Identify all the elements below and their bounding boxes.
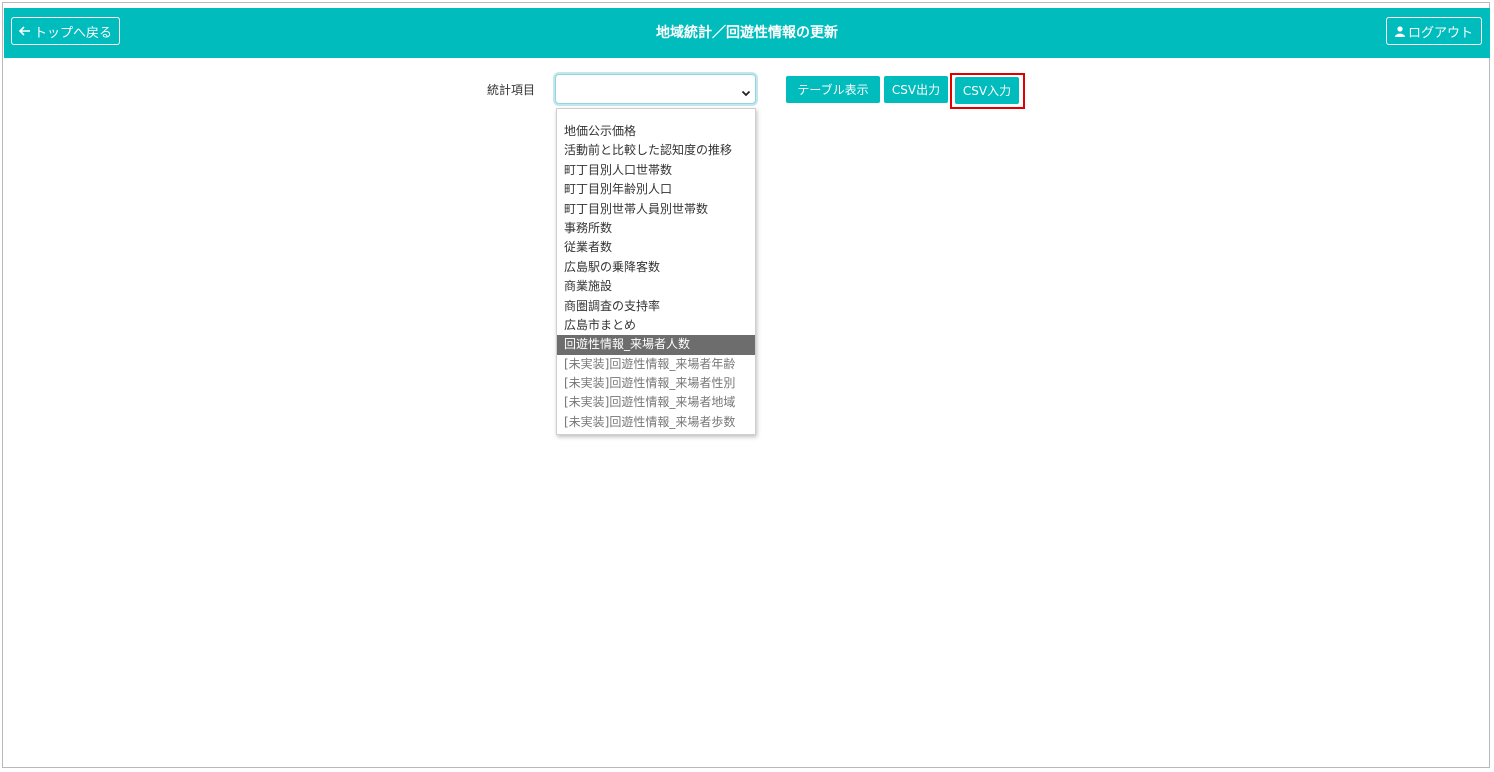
stat-item-dropdown-list: 地価公示価格 活動前と比較した認知度の推移 町丁目別人口世帯数 町丁目別年齢別人… (556, 108, 756, 435)
dropdown-option-selected[interactable]: 回遊性情報_来場者人数 (557, 335, 755, 355)
dropdown-option[interactable]: [未実装]回遊性情報_来場者年齢 (557, 355, 755, 374)
dropdown-option[interactable]: 広島市まとめ (557, 316, 755, 335)
header-bar: トップへ戻る 地域統計／回遊性情報の更新 ログアウト (4, 8, 1490, 58)
dropdown-option[interactable]: 町丁目別人口世帯数 (557, 161, 755, 180)
csv-export-button[interactable]: CSV出力 (884, 76, 948, 103)
dropdown-option[interactable]: 商業施設 (557, 277, 755, 296)
dropdown-option[interactable]: 広島駅の乗降客数 (557, 258, 755, 277)
dropdown-option[interactable]: [未実装]回遊性情報_来場者地域 (557, 393, 755, 412)
dropdown-option[interactable]: 町丁目別世帯人員別世帯数 (557, 200, 755, 219)
user-icon (1394, 25, 1405, 37)
stat-item-label: 統計項目 (487, 83, 536, 97)
dropdown-option[interactable]: 町丁目別年齢別人口 (557, 180, 755, 199)
table-display-button[interactable]: テーブル表示 (786, 76, 880, 103)
dropdown-option[interactable]: 従業者数 (557, 238, 755, 257)
dropdown-option[interactable]: [未実装]回遊性情報_来場者歩数 (557, 413, 755, 432)
csv-import-button[interactable]: CSV入力 (955, 77, 1019, 104)
dropdown-option[interactable]: 地価公示価格 (557, 122, 755, 141)
dropdown-option[interactable]: [未実装]回遊性情報_来場者性別 (557, 374, 755, 393)
stat-item-select[interactable] (555, 74, 756, 104)
page-title: 地域統計／回遊性情報の更新 (656, 25, 838, 41)
dropdown-option[interactable]: 事務所数 (557, 219, 755, 238)
logout-button[interactable]: ログアウト (1386, 17, 1482, 45)
logout-button-label: ログアウト (1407, 25, 1473, 41)
chevron-down-icon (741, 83, 751, 102)
dropdown-option[interactable]: 商圏調査の支持率 (557, 297, 755, 316)
dropdown-option[interactable]: 活動前と比較した認知度の推移 (557, 141, 755, 160)
